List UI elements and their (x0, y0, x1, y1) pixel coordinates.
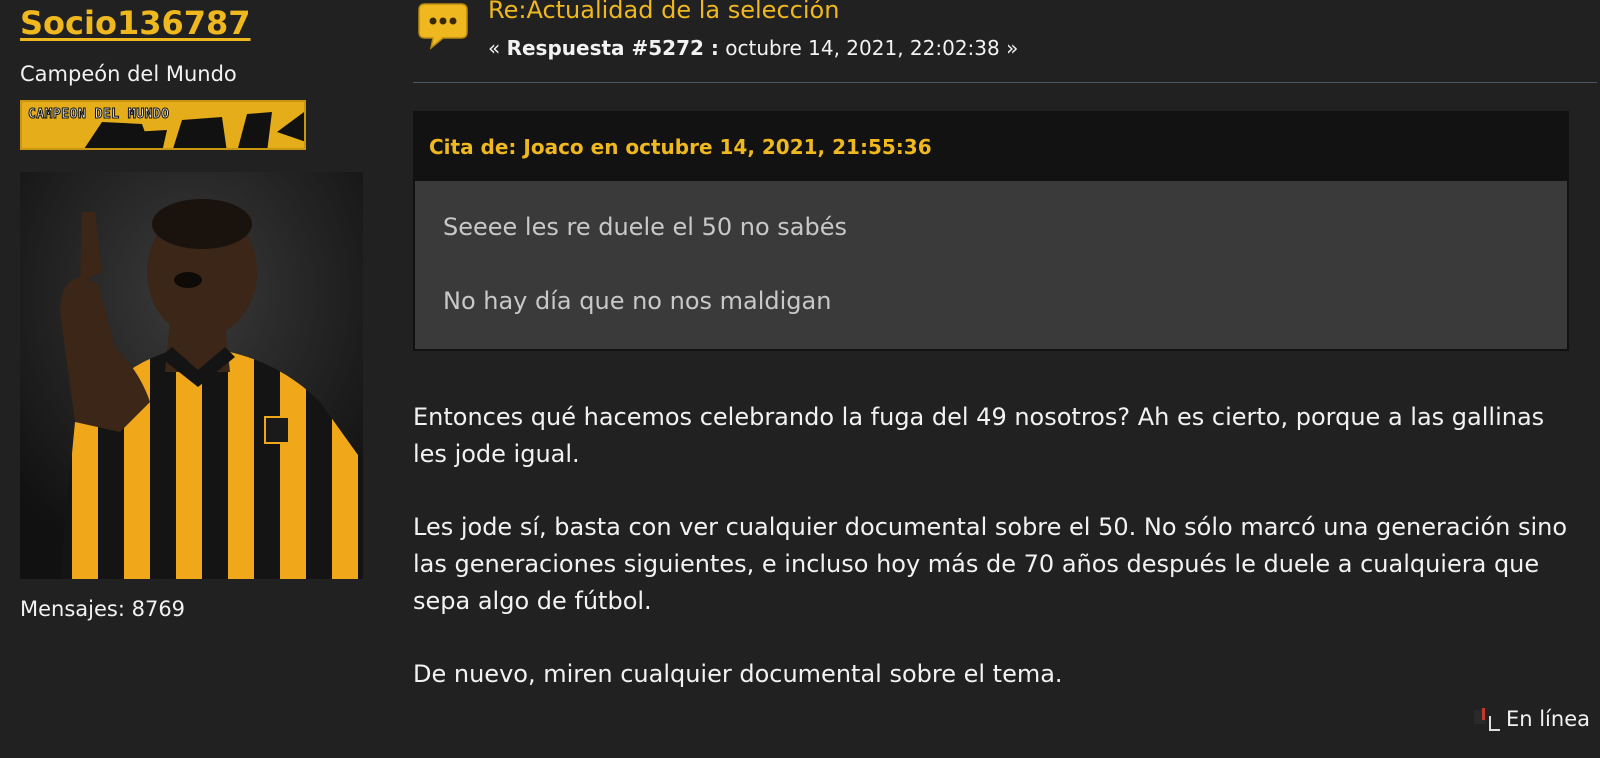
post-paragraph: Entonces qué hacemos celebrando la fuga … (413, 403, 1545, 468)
rank-badge-image: CAMPEON DEL MUNDO (20, 100, 306, 150)
quote-line: No hay día que no nos maldigan (443, 287, 832, 315)
post-meta: « Respuesta #5272 : octubre 14, 2021, 22… (488, 36, 1018, 60)
poster-username-link[interactable]: Socio136787 (20, 4, 251, 42)
meta-prefix: « (488, 36, 507, 60)
quote-header-link[interactable]: Cita de: Joaco en octubre 14, 2021, 21:5… (415, 113, 1567, 181)
poster-rank: Campeón del Mundo (20, 62, 237, 86)
poster-info: Socio136787 Campeón del Mundo CAMPEON DE… (20, 0, 370, 621)
speech-bubble-icon (418, 3, 468, 50)
poster-avatar[interactable] (20, 172, 363, 579)
post-paragraph: De nuevo, miren cualquier documental sob… (413, 660, 1063, 688)
quote-body: Seeee les re duele el 50 no sabés No hay… (415, 181, 1567, 349)
online-status-icon (1473, 708, 1500, 731)
reply-number: Respuesta #5272 : (506, 36, 719, 60)
forum-post-page: Socio136787 Campeón del Mundo CAMPEON DE… (0, 0, 1600, 758)
quote-line: Seeee les re duele el 50 no sabés (443, 213, 847, 241)
post-container: Re:Actualidad de la selección « Respuest… (413, 0, 1597, 693)
post-header: Re:Actualidad de la selección « Respuest… (413, 0, 1597, 83)
post-title-link[interactable]: Re:Actualidad de la selección (488, 0, 839, 24)
rank-badge-text: CAMPEON DEL MUNDO (28, 107, 170, 123)
post-paragraph: Les jode sí, basta con ver cualquier doc… (413, 513, 1568, 615)
post-body: Entonces qué hacemos celebrando la fuga … (413, 399, 1583, 693)
quote-block: Cita de: Joaco en octubre 14, 2021, 21:5… (413, 111, 1569, 351)
poster-post-count: Mensajes: 8769 (20, 597, 186, 621)
online-status-label: En línea (1505, 707, 1590, 731)
post-date: octubre 14, 2021, 22:02:38 » (718, 36, 1019, 60)
online-status: En línea (1472, 706, 1590, 732)
